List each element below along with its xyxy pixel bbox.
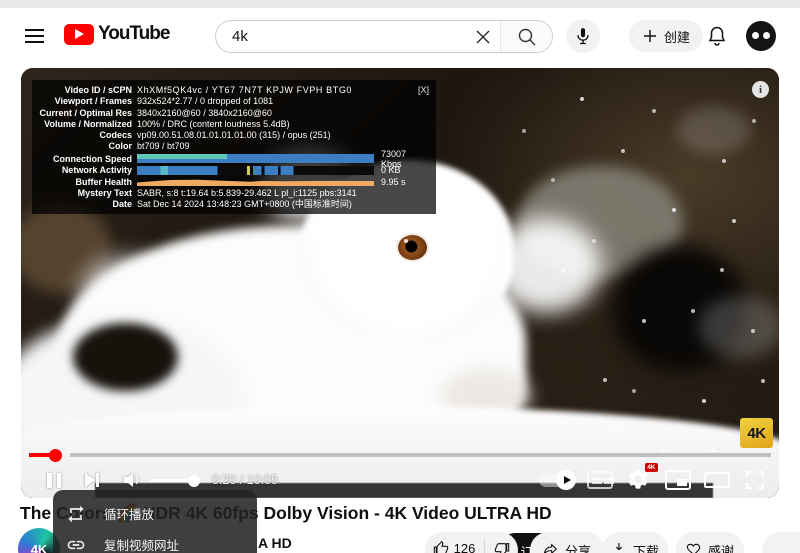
voice-search-button[interactable]: [566, 19, 600, 53]
channel-name[interactable]: A HD: [258, 535, 292, 551]
youtube-logo-text: YouTube: [98, 23, 170, 44]
pill-divider: [484, 539, 486, 553]
link-icon: [67, 540, 85, 549]
loop-label: 循环播放: [104, 508, 155, 522]
window-top-edge: [0, 0, 800, 8]
rabbit-eye: [398, 235, 427, 260]
notifications-button[interactable]: [705, 24, 729, 48]
next-icon: [85, 473, 99, 487]
create-label: 创建: [664, 29, 691, 45]
quality-4k-badge: 4K: [644, 463, 658, 472]
volume-icon: [124, 473, 139, 487]
stats-row-date: Date Sat Dec 14 2024 13:48:23 GMT+0800 (…: [112, 198, 352, 209]
stats-row-color: Color bt709 / bt709: [108, 141, 190, 152]
info-button[interactable]: i: [752, 81, 769, 98]
stats-row-buffer-health: Buffer Health 9.95 s: [75, 176, 406, 187]
download-button[interactable]: 下载: [602, 532, 668, 553]
network-activity-graph: [137, 165, 374, 175]
bell-icon: [708, 26, 726, 46]
progress-bar[interactable]: [29, 448, 771, 462]
subtitles-button[interactable]: [587, 471, 613, 489]
search-input[interactable]: [216, 21, 466, 52]
account-avatar[interactable]: [746, 21, 776, 51]
loop-icon: [68, 505, 84, 522]
heart-icon: [686, 543, 701, 553]
theater-mode-button[interactable]: [704, 472, 730, 488]
rabbit-fur: [491, 218, 601, 313]
download-label: 下载: [632, 544, 659, 553]
share-icon: [543, 543, 558, 553]
like-dislike-buttons[interactable]: 126: [425, 532, 518, 553]
progress-scrubber[interactable]: [49, 448, 62, 462]
stats-row-codecs: Codecs vp09.00.51.08.01.01.01.01.00 (315…: [99, 130, 331, 141]
autoplay-toggle[interactable]: [539, 470, 576, 490]
search-button[interactable]: [500, 21, 552, 52]
header: YouTube 4k 创建: [0, 8, 800, 66]
microphone-icon: [577, 28, 589, 45]
thumbs-down-icon: [495, 543, 510, 553]
context-menu-copy-url[interactable]: 复制视频网址: [53, 529, 257, 553]
settings-button[interactable]: 4K: [626, 463, 658, 493]
fullscreen-icon: [745, 470, 765, 490]
rock-dark-patch: [73, 323, 178, 391]
falling-snow-specks: [21, 68, 23, 70]
stats-row-resolution: Current / Optimal Res 3840x2160@60 / 384…: [39, 107, 272, 118]
4k-watermark-badge: 4K: [740, 418, 773, 448]
time-display: 0:20 / 10:05: [212, 473, 279, 487]
hamburger-menu-button[interactable]: [25, 29, 44, 43]
stats-close-button[interactable]: [X]: [418, 85, 429, 95]
thanks-label: 感谢: [707, 544, 734, 553]
youtube-logo[interactable]: YouTube: [64, 23, 170, 45]
search-icon: [518, 28, 535, 45]
stats-row-volume: Volume / Normalized 100% / DRC (content …: [44, 118, 290, 129]
context-menu-loop[interactable]: 循环播放: [53, 498, 257, 529]
miniplayer-button[interactable]: [665, 470, 691, 490]
share-button[interactable]: 分享: [530, 532, 604, 553]
stats-for-nerds-panel: [X] Video ID / sCPN XhXMf5QK4vc / YT67 7…: [32, 80, 436, 214]
more-action-button[interactable]: [762, 532, 800, 553]
search-box: [215, 20, 553, 53]
connection-speed-graph: [137, 154, 374, 164]
search-clear-button[interactable]: [466, 21, 500, 52]
youtube-watch-page: YouTube 4k 创建 [X] Video ID / sCPN XhXMf5…: [0, 0, 800, 553]
stats-row-connection-speed: Connection Speed 73007 Kbps: [52, 148, 407, 169]
lens-flare: [699, 296, 779, 358]
stats-row-network-activity: Network Activity 0 KB: [61, 165, 401, 176]
plus-icon: [644, 30, 656, 42]
video-context-menu: 循环播放 复制视频网址: [53, 490, 257, 553]
stats-row-mystery-text: Mystery Text SABR, s:8 t:19.64 b:5.839-2…: [77, 187, 357, 198]
youtube-logo-play-icon: [64, 23, 94, 45]
lens-flare: [676, 106, 751, 154]
video-player[interactable]: [X] Video ID / sCPN XhXMf5QK4vc / YT67 7…: [21, 68, 779, 498]
stats-row-viewport: Viewport / Frames 932x524*2.77 / 0 dropp…: [54, 96, 274, 107]
share-label: 分享: [564, 544, 591, 553]
download-icon: [615, 543, 623, 551]
thumbs-up-icon: [433, 541, 448, 553]
stats-row-video-id: Video ID / sCPN XhXMf5QK4vc / YT67 7N7T …: [64, 85, 353, 95]
fullscreen-button[interactable]: [743, 468, 767, 492]
create-button[interactable]: 创建: [629, 20, 704, 52]
like-count: 126: [453, 541, 476, 553]
volume-slider-knob[interactable]: [188, 474, 200, 487]
buffer-health-graph: [137, 177, 374, 187]
thanks-button[interactable]: 感谢: [676, 532, 744, 553]
copy-url-label: 复制视频网址: [104, 539, 180, 553]
close-icon: [476, 30, 490, 43]
right-controls: 4K: [539, 463, 767, 493]
autoplay-knob-play-icon: [556, 470, 576, 490]
